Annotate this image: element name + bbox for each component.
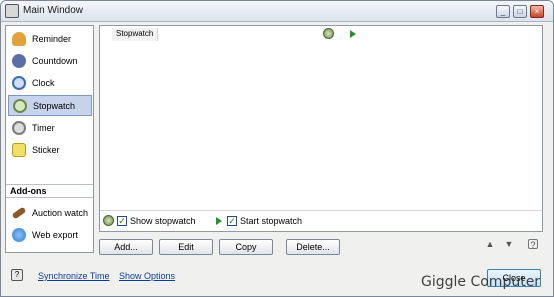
stopwatch-options-row: ✓ Show stopwatch ✓ Start stopwatch <box>100 210 542 231</box>
clock-icon <box>12 76 26 90</box>
show-stopwatch-label: Show stopwatch <box>130 216 196 226</box>
sidebar-item-stopwatch[interactable]: Stopwatch <box>8 95 92 116</box>
sidebar-item-label: Reminder <box>32 34 72 44</box>
main-window: Main Window _ □ × Reminder Countdown Clo… <box>0 0 554 297</box>
hammer-icon <box>11 206 27 220</box>
sidebar-item-label: Web export <box>32 230 78 240</box>
column-header-label: Stopwatch <box>116 29 154 38</box>
stopwatch-icon <box>13 99 27 113</box>
sidebar-item-label: Clock <box>32 78 55 88</box>
sticky-note-icon <box>12 143 26 157</box>
help-icon[interactable]: ? <box>528 239 538 250</box>
sidebar: Reminder Countdown Clock Stopwatch Timer… <box>5 25 94 253</box>
play-icon[interactable] <box>350 30 356 38</box>
sidebar-item-label: Countdown <box>32 56 78 66</box>
sidebar-item-reminder[interactable]: Reminder <box>8 29 92 50</box>
addons-header-label: Add-ons <box>10 186 47 196</box>
countdown-icon <box>12 54 26 68</box>
stopwatch-list-panel: Stopwatch ✓ Show stopwatch ✓ Start stopw… <box>99 25 543 232</box>
column-header-stopwatch[interactable]: Stopwatch <box>112 28 158 41</box>
sidebar-item-auction-watch[interactable]: Auction watch <box>8 203 92 224</box>
minimize-button[interactable]: _ <box>496 5 510 18</box>
sidebar-item-countdown[interactable]: Countdown <box>8 51 92 72</box>
edit-button[interactable]: Edit <box>159 239 213 255</box>
synchronize-time-link[interactable]: Synchronize Time <box>38 271 110 281</box>
delete-button[interactable]: Delete... <box>286 239 340 255</box>
close-window-button[interactable]: × <box>530 5 544 18</box>
maximize-button[interactable]: □ <box>513 5 527 18</box>
info-icon[interactable]: ? <box>11 269 23 281</box>
move-up-icon[interactable]: ▲ <box>485 239 495 249</box>
watermark: Giggle Computer <box>421 274 541 290</box>
sidebar-item-clock[interactable]: Clock <box>8 73 92 94</box>
sidebar-item-sticker[interactable]: Sticker <box>8 140 92 161</box>
move-down-icon[interactable]: ▼ <box>504 239 514 249</box>
show-stopwatch-checkbox[interactable]: ✓ <box>117 216 127 226</box>
stopwatch-icon <box>323 28 334 39</box>
timer-icon <box>12 121 26 135</box>
play-icon <box>216 217 222 225</box>
bell-icon <box>12 32 26 46</box>
sidebar-item-label: Auction watch <box>32 208 89 218</box>
show-options-link[interactable]: Show Options <box>119 271 175 281</box>
addons-header: Add-ons <box>6 184 93 198</box>
sidebar-item-label: Stopwatch <box>33 101 76 111</box>
start-stopwatch-label: Start stopwatch <box>240 216 303 226</box>
sidebar-item-label: Timer <box>32 123 55 133</box>
start-stopwatch-checkbox[interactable]: ✓ <box>227 216 237 226</box>
sidebar-item-label: Sticker <box>32 145 60 155</box>
copy-button[interactable]: Copy <box>219 239 273 255</box>
sidebar-item-web-export[interactable]: Web export <box>8 225 92 246</box>
globe-icon <box>12 228 26 242</box>
sidebar-item-timer[interactable]: Timer <box>8 118 92 139</box>
stopwatch-icon <box>103 215 114 226</box>
app-icon <box>5 4 19 18</box>
window-title: Main Window <box>23 5 84 16</box>
add-button[interactable]: Add... <box>99 239 153 255</box>
title-bar[interactable]: Main Window _ □ × <box>1 1 553 22</box>
